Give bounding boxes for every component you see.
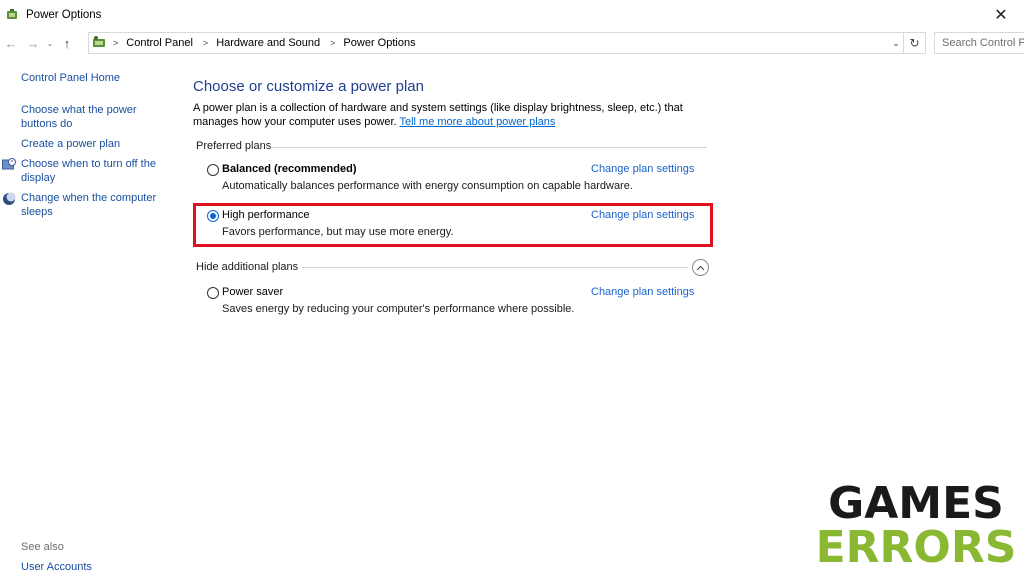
section-divider xyxy=(302,267,688,268)
learn-more-link[interactable]: Tell me more about power plans xyxy=(399,116,555,128)
control-panel-icon xyxy=(93,36,105,47)
sidebar-create-plan-link[interactable]: Create a power plan xyxy=(21,138,161,152)
page-description: A power plan is a collection of hardware… xyxy=(193,101,723,129)
power-saver-radio[interactable] xyxy=(207,287,219,299)
section-divider xyxy=(272,147,707,148)
plan-name[interactable]: High performance xyxy=(222,209,309,221)
plan-description: Automatically balances performance with … xyxy=(222,180,633,192)
sleep-moon-icon xyxy=(3,192,16,205)
change-plan-settings-link[interactable]: Change plan settings xyxy=(591,209,694,221)
balanced-radio[interactable] xyxy=(207,164,219,176)
logo-line2: ERRORS xyxy=(816,522,1016,568)
change-plan-settings-link[interactable]: Change plan settings xyxy=(591,286,694,298)
breadcrumb-control-panel[interactable]: Control Panel xyxy=(126,37,193,49)
plan-description: Saves energy by reducing your computer's… xyxy=(222,303,575,315)
close-icon[interactable]: ✕ xyxy=(978,0,1024,30)
plan-description: Favors performance, but may use more ene… xyxy=(222,226,454,238)
breadcrumb-separator-icon: > xyxy=(202,38,209,48)
sidebar-control-panel-home[interactable]: Control Panel Home xyxy=(21,72,161,86)
collapse-chevron-up-icon[interactable] xyxy=(692,259,709,276)
search-input[interactable]: Search Control Panel xyxy=(934,32,1024,54)
address-history-chevron-icon[interactable]: ⌄ xyxy=(889,33,903,53)
plan-name[interactable]: Power saver xyxy=(222,286,283,298)
address-box[interactable]: > Control Panel > Hardware and Sound > P… xyxy=(88,32,926,54)
breadcrumb-separator-icon: > xyxy=(113,38,119,48)
title-bar: Power Options ✕ xyxy=(0,0,1024,30)
breadcrumb-power-options[interactable]: Power Options xyxy=(343,37,415,49)
sidebar-sleep-link[interactable]: Change when the computer sleeps xyxy=(21,192,161,219)
user-accounts-link[interactable]: User Accounts xyxy=(21,561,92,573)
preferred-plans-heading: Preferred plans xyxy=(196,140,272,152)
sidebar-power-buttons-link[interactable]: Choose what the power buttons do xyxy=(21,104,161,131)
see-also-label: See also xyxy=(21,541,64,553)
change-plan-settings-link[interactable]: Change plan settings xyxy=(591,163,694,175)
sidebar-display-off-link[interactable]: Choose when to turn off the display xyxy=(21,158,161,185)
back-button[interactable]: ← xyxy=(0,32,22,54)
power-options-icon xyxy=(7,9,17,19)
forward-button[interactable]: → xyxy=(22,32,44,54)
refresh-icon[interactable]: ↻ xyxy=(903,33,925,53)
breadcrumb-separator-icon: > xyxy=(330,38,336,48)
window-title: Power Options xyxy=(26,9,102,21)
plan-name[interactable]: Balanced (recommended) xyxy=(222,163,356,175)
display-clock-icon xyxy=(2,158,16,170)
up-button[interactable]: ↑ xyxy=(56,32,78,54)
hide-additional-plans-heading[interactable]: Hide additional plans xyxy=(196,261,298,273)
high-performance-radio[interactable] xyxy=(207,210,219,222)
breadcrumb-hardware-and-sound[interactable]: Hardware and Sound xyxy=(216,37,320,49)
games-errors-logo: GAMES ERRORS xyxy=(816,478,1016,568)
recent-locations-chevron-icon[interactable]: ⌄ xyxy=(44,32,56,54)
address-bar: ← → ⌄ ↑ > Control Panel > Hardware and S… xyxy=(0,32,1024,54)
page-title: Choose or customize a power plan xyxy=(193,78,424,95)
